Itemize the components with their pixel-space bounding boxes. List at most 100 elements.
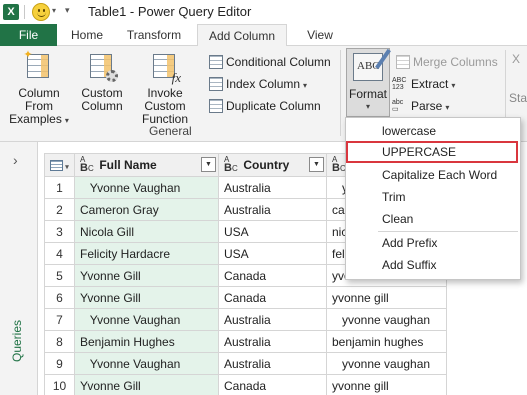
title-separator — [24, 5, 25, 19]
cell-full-name[interactable]: Yvonne Gill — [74, 374, 219, 395]
invoke-custom-function-icon: fx — [149, 50, 181, 84]
cell-full-name[interactable]: Yvonne Gill — [74, 264, 219, 287]
column-header-country[interactable]: A BC Country ▼ — [218, 153, 327, 177]
menu-item-add-prefix[interactable]: Add Prefix — [346, 232, 520, 254]
tab-view[interactable]: View — [296, 24, 344, 46]
extract-icon: ABC 123 — [392, 76, 407, 91]
cell-full-name[interactable]: Felicity Hardacre — [74, 242, 219, 265]
table-row[interactable]: 8 Benjamin Hughes Australia benjamin hughes — [44, 330, 447, 353]
tab-home[interactable]: Home — [64, 24, 110, 46]
custom-column-button[interactable]: Custom Column — [79, 50, 125, 113]
cell-full-name[interactable]: Yvonne Vaughan — [74, 352, 219, 375]
quick-access-caret-icon[interactable]: ▾ — [65, 5, 70, 16]
row-number[interactable]: 2 — [44, 198, 75, 221]
cell-third-column[interactable]: yvonne gill — [326, 286, 447, 309]
table-row[interactable]: 9 Yvonne Vaughan Australia yvonne vaughan — [44, 352, 447, 375]
table-grid-icon — [50, 160, 64, 172]
conditional-column-icon — [209, 54, 223, 69]
format-dropdown-menu: lowercase UPPERCASE Capitalize Each Word… — [345, 117, 521, 280]
row-number[interactable]: 9 — [44, 352, 75, 375]
menu-item-clean[interactable]: Clean — [346, 208, 520, 230]
index-column-label: Index Column — [226, 77, 301, 91]
cell-country[interactable]: Canada — [218, 264, 327, 287]
statistics-icon[interactable]: Χ — [512, 52, 527, 66]
index-column-caret-icon[interactable]: ▾ — [303, 81, 307, 90]
cell-country[interactable]: USA — [218, 242, 327, 265]
statistics-label[interactable]: Stat — [509, 91, 527, 105]
feedback-smiley-icon[interactable] — [32, 3, 50, 21]
cell-full-name[interactable]: Yvonne Vaughan — [74, 176, 219, 199]
parse-button[interactable]: abc ▭ Parse ▾ — [392, 96, 449, 116]
tab-add-column[interactable]: Add Column — [197, 24, 287, 47]
table-menu-button[interactable]: ▾ — [44, 153, 75, 177]
cell-full-name[interactable]: Yvonne Vaughan — [74, 308, 219, 331]
cell-country[interactable]: Australia — [218, 330, 327, 353]
queries-pane: › Queries — [0, 142, 38, 395]
cell-third-column[interactable]: yvonne vaughan — [326, 308, 447, 331]
menu-item-capitalize-each-word[interactable]: Capitalize Each Word — [346, 164, 520, 186]
custom-column-icon — [86, 50, 118, 84]
conditional-column-button[interactable]: Conditional Column — [209, 52, 331, 72]
menu-item-uppercase[interactable]: UPPERCASE — [346, 141, 518, 163]
ribbon-tabs: File Home Transform Add Column View — [0, 24, 527, 47]
parse-icon: abc ▭ — [392, 98, 404, 113]
tab-transform[interactable]: Transform — [118, 24, 190, 46]
filter-dropdown-icon[interactable]: ▼ — [201, 157, 216, 172]
cell-third-column[interactable]: yvonne gill — [326, 374, 447, 395]
cell-country[interactable]: USA — [218, 220, 327, 243]
cell-country[interactable]: Australia — [218, 352, 327, 375]
title-bar: X ▾ ▾ Table1 - Power Query Editor — [0, 0, 527, 24]
tab-file[interactable]: File — [0, 24, 57, 46]
cell-third-column[interactable]: benjamin hughes — [326, 330, 447, 353]
row-number[interactable]: 4 — [44, 242, 75, 265]
invoke-custom-function-button[interactable]: fx Invoke Custom Function — [126, 50, 204, 126]
table-row[interactable]: 10 Yvonne Gill Canada yvonne gill — [44, 374, 447, 395]
table-row[interactable]: 7 Yvonne Vaughan Australia yvonne vaughan — [44, 308, 447, 331]
cell-full-name[interactable]: Cameron Gray — [74, 198, 219, 221]
row-number[interactable]: 3 — [44, 220, 75, 243]
duplicate-column-button[interactable]: Duplicate Column — [209, 96, 321, 116]
row-number[interactable]: 6 — [44, 286, 75, 309]
menu-item-add-suffix[interactable]: Add Suffix — [346, 254, 520, 276]
extract-button[interactable]: ABC 123 Extract ▾ — [392, 74, 455, 94]
cell-country[interactable]: Australia — [218, 176, 327, 199]
group-separator — [340, 50, 341, 136]
row-number[interactable]: 1 — [44, 176, 75, 199]
cell-country[interactable]: Canada — [218, 374, 327, 395]
cell-full-name[interactable]: Yvonne Gill — [74, 286, 219, 309]
row-number[interactable]: 5 — [44, 264, 75, 287]
text-type-icon[interactable]: A BC — [80, 156, 96, 174]
column-header-full-name[interactable]: A BC Full Name ▼ — [74, 153, 219, 177]
cell-full-name[interactable]: Nicola Gill — [74, 220, 219, 243]
filter-dropdown-icon[interactable]: ▼ — [309, 157, 324, 172]
general-group-label: General — [149, 124, 192, 138]
row-number[interactable]: 7 — [44, 308, 75, 331]
cell-country[interactable]: Australia — [218, 198, 327, 221]
column-header-label: Country — [243, 158, 290, 172]
format-label: Format — [348, 87, 387, 101]
format-icon: ABC — [353, 48, 391, 81]
column-from-examples-button[interactable]: ✦ Column From Examples ▾ — [4, 50, 74, 127]
cell-full-name[interactable]: Benjamin Hughes — [74, 330, 219, 353]
table-row[interactable]: 6 Yvonne Gill Canada yvonne gill — [44, 286, 447, 309]
cell-country[interactable]: Australia — [218, 308, 327, 331]
menu-item-lowercase[interactable]: lowercase — [346, 120, 520, 142]
row-number[interactable]: 10 — [44, 374, 75, 395]
queries-pane-label[interactable]: Queries — [10, 320, 24, 362]
custom-column-label: Custom Column — [81, 86, 123, 113]
index-column-button[interactable]: Index Column ▾ — [209, 74, 307, 94]
feedback-caret-icon[interactable]: ▾ — [52, 6, 56, 15]
merge-columns-label: Merge Columns — [413, 55, 498, 69]
merge-columns-button[interactable]: Merge Columns — [396, 52, 498, 72]
column-from-examples-label: Column From Examples — [9, 86, 62, 126]
conditional-column-label: Conditional Column — [226, 55, 331, 69]
merge-columns-icon — [396, 54, 410, 69]
cell-third-column[interactable]: yvonne vaughan — [326, 352, 447, 375]
expand-chevron-icon[interactable]: › — [13, 152, 18, 168]
menu-item-trim[interactable]: Trim — [346, 186, 520, 208]
row-number[interactable]: 8 — [44, 330, 75, 353]
duplicate-column-icon — [209, 98, 223, 113]
text-type-icon[interactable]: A BC — [224, 156, 240, 174]
cell-country[interactable]: Canada — [218, 286, 327, 309]
format-button[interactable]: ABC Format ▾ — [346, 48, 391, 117]
